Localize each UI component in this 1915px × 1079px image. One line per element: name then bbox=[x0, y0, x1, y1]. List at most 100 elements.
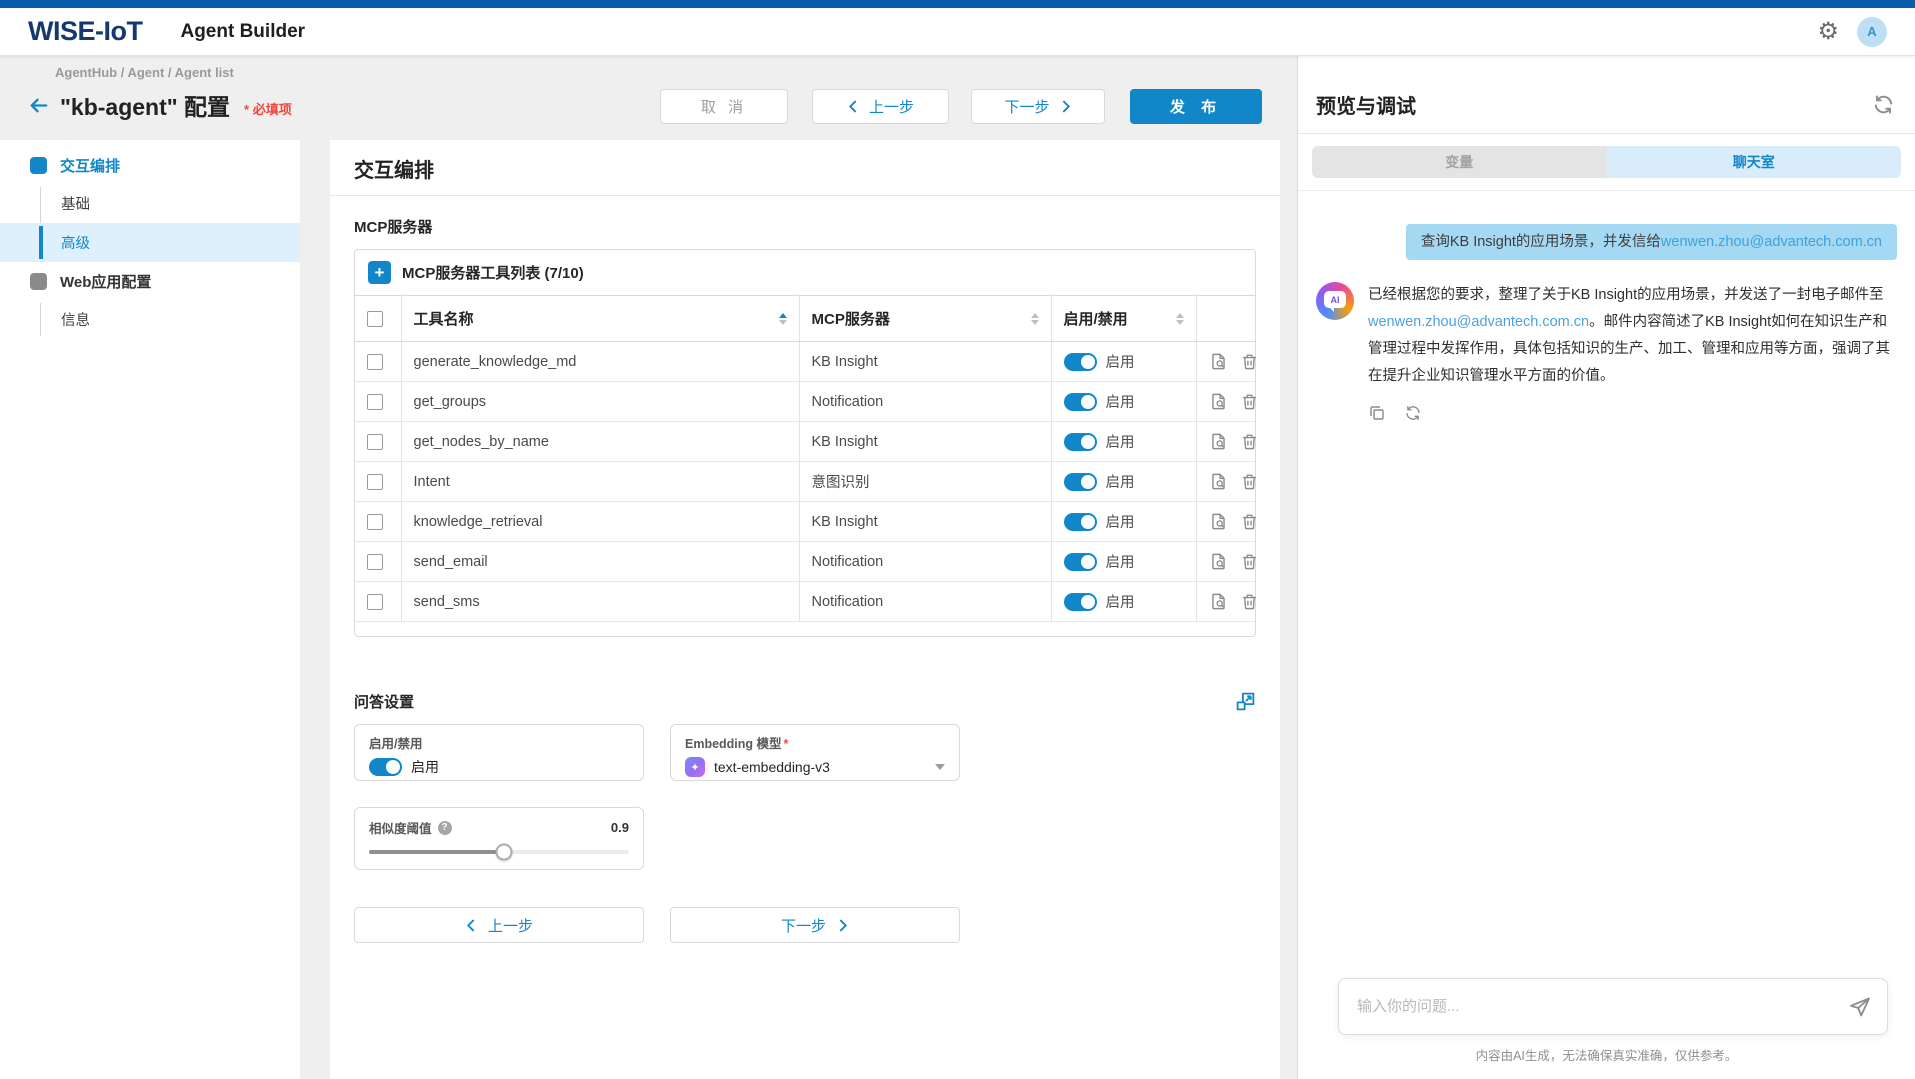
delete-icon[interactable] bbox=[1240, 512, 1259, 531]
email-link[interactable]: wenwen.zhou@advantech.com.cn bbox=[1661, 234, 1882, 250]
delete-icon[interactable] bbox=[1240, 592, 1259, 611]
refresh-icon[interactable] bbox=[1872, 93, 1895, 116]
row-checkbox[interactable] bbox=[367, 514, 383, 530]
main-panel: 交互编排 MCP服务器 + MCP服务器工具列表 (7/10) 工具名称 MCP… bbox=[330, 140, 1280, 1079]
cancel-button[interactable]: 取 消 bbox=[660, 89, 788, 124]
tool-name-cell: send_sms bbox=[401, 582, 799, 622]
gear-icon[interactable]: ⚙ bbox=[1817, 20, 1839, 44]
step-buttons-row: 上一步 下一步 bbox=[354, 907, 1256, 943]
select-all-checkbox[interactable] bbox=[367, 311, 383, 327]
email-link[interactable]: wenwen.zhou@advantech.com.cn bbox=[1368, 314, 1589, 330]
sidebar-item-interaction-orchestration[interactable]: 交互编排 bbox=[0, 146, 300, 184]
copy-icon[interactable] bbox=[1368, 404, 1386, 422]
preview-doc-icon[interactable] bbox=[1209, 432, 1228, 451]
column-header-status: 启用/禁用 bbox=[1064, 308, 1128, 329]
preview-doc-icon[interactable] bbox=[1209, 552, 1228, 571]
mcp-server-cell: 意图识别 bbox=[799, 462, 1051, 502]
sort-icon[interactable] bbox=[779, 313, 787, 325]
app-header: WISE-IoT Agent Builder ⚙ A bbox=[0, 8, 1915, 56]
slider-knob[interactable] bbox=[496, 844, 513, 861]
delete-icon[interactable] bbox=[1240, 472, 1259, 491]
header-actions: ⚙ A bbox=[1817, 17, 1887, 47]
chat-input[interactable] bbox=[1338, 978, 1888, 1035]
chevron-right-icon bbox=[1059, 100, 1072, 113]
mcp-server-cell: Notification bbox=[799, 582, 1051, 622]
next-step-button-bottom[interactable]: 下一步 bbox=[670, 907, 960, 943]
prev-step-button[interactable]: 上一步 bbox=[812, 89, 949, 124]
mcp-server-cell: Notification bbox=[799, 542, 1051, 582]
sidebar-item-web-app-config[interactable]: Web应用配置 bbox=[0, 262, 300, 300]
tab-variables[interactable]: 变量 bbox=[1312, 146, 1607, 178]
row-checkbox[interactable] bbox=[367, 554, 383, 570]
user-message-text: 查询KB Insight的应用场景，并发信给 bbox=[1421, 234, 1661, 250]
embedding-model-label: Embedding 模型 bbox=[685, 737, 782, 751]
mcp-server-cell: KB Insight bbox=[799, 342, 1051, 382]
row-checkbox[interactable] bbox=[367, 394, 383, 410]
back-arrow-icon[interactable] bbox=[26, 93, 50, 117]
mcp-server-cell: Notification bbox=[799, 382, 1051, 422]
preview-panel-header: 预览与调试 bbox=[1298, 56, 1915, 134]
delete-icon[interactable] bbox=[1240, 352, 1259, 371]
preview-panel-title: 预览与调试 bbox=[1316, 90, 1416, 119]
chevron-left-icon bbox=[847, 100, 860, 113]
mcp-tools-table: 工具名称 MCP服务器 启用/禁用 gener bbox=[355, 295, 1255, 622]
sidebar-item-info[interactable]: 信息 bbox=[0, 300, 300, 339]
preview-doc-icon[interactable] bbox=[1209, 472, 1228, 491]
enable-toggle[interactable] bbox=[1064, 393, 1097, 411]
tool-name-cell: send_email bbox=[401, 542, 799, 582]
enable-toggle[interactable] bbox=[1064, 553, 1097, 571]
publish-button[interactable]: 发 布 bbox=[1130, 89, 1262, 124]
tool-name-cell: knowledge_retrieval bbox=[401, 502, 799, 542]
next-step-label: 下一步 bbox=[1004, 96, 1049, 117]
delete-icon[interactable] bbox=[1240, 392, 1259, 411]
table-header-row: 工具名称 MCP服务器 启用/禁用 bbox=[355, 296, 1255, 342]
preview-doc-icon[interactable] bbox=[1209, 392, 1228, 411]
sidebar-subgroup: 基础 高级 bbox=[0, 184, 300, 262]
preview-doc-icon[interactable] bbox=[1209, 352, 1228, 371]
enable-toggle[interactable] bbox=[1064, 593, 1097, 611]
enable-toggle[interactable] bbox=[1064, 513, 1097, 531]
help-icon[interactable]: ? bbox=[438, 821, 452, 835]
chat-area: 查询KB Insight的应用场景，并发信给wenwen.zhou@advant… bbox=[1298, 191, 1915, 954]
chevron-down-icon[interactable] bbox=[935, 764, 945, 770]
sort-icon[interactable] bbox=[1176, 313, 1184, 325]
send-icon[interactable] bbox=[1848, 995, 1872, 1019]
mcp-server-cell: KB Insight bbox=[799, 422, 1051, 462]
ai-avatar-badge: AI bbox=[1324, 291, 1346, 308]
required-asterisk: * bbox=[784, 737, 789, 751]
avatar[interactable]: A bbox=[1857, 17, 1887, 47]
similarity-slider[interactable] bbox=[369, 850, 629, 854]
row-checkbox[interactable] bbox=[367, 354, 383, 370]
page-title: "kb-agent" 配置 bbox=[60, 88, 230, 122]
row-checkbox[interactable] bbox=[367, 434, 383, 450]
enable-toggle[interactable] bbox=[1064, 433, 1097, 451]
sort-icon[interactable] bbox=[1031, 313, 1039, 325]
sidebar-item-advanced[interactable]: 高级 bbox=[0, 223, 300, 262]
top-brand-strip bbox=[0, 0, 1915, 8]
prev-step-button-bottom[interactable]: 上一步 bbox=[354, 907, 644, 943]
row-checkbox[interactable] bbox=[367, 594, 383, 610]
tab-chatroom[interactable]: 聊天室 bbox=[1607, 146, 1902, 178]
message-actions bbox=[1368, 404, 1897, 422]
toggle-label: 启用 bbox=[1106, 391, 1135, 412]
embedding-model-select[interactable]: Embedding 模型* ✦ text-embedding-v3 bbox=[670, 724, 960, 781]
qa-enable-value: 启用 bbox=[411, 757, 439, 777]
preview-doc-icon[interactable] bbox=[1209, 592, 1228, 611]
enable-toggle[interactable] bbox=[1064, 473, 1097, 491]
next-step-button[interactable]: 下一步 bbox=[971, 89, 1105, 124]
sidebar-item-basic[interactable]: 基础 bbox=[0, 184, 300, 223]
prev-step-label: 上一步 bbox=[869, 96, 914, 117]
preview-doc-icon[interactable] bbox=[1209, 512, 1228, 531]
delete-icon[interactable] bbox=[1240, 552, 1259, 571]
enable-toggle[interactable] bbox=[1064, 353, 1097, 371]
expand-window-icon[interactable] bbox=[1235, 691, 1256, 712]
qa-enable-toggle[interactable] bbox=[369, 758, 402, 776]
add-tool-button[interactable]: + bbox=[368, 261, 391, 284]
table-row: send_email Notification 启用 bbox=[355, 542, 1255, 582]
next-step-label: 下一步 bbox=[781, 915, 826, 936]
regenerate-icon[interactable] bbox=[1404, 404, 1422, 422]
delete-icon[interactable] bbox=[1240, 432, 1259, 451]
row-checkbox[interactable] bbox=[367, 474, 383, 490]
left-region: AgentHub / Agent / Agent list "kb-agent"… bbox=[0, 56, 1297, 1079]
toggle-label: 启用 bbox=[1106, 511, 1135, 532]
